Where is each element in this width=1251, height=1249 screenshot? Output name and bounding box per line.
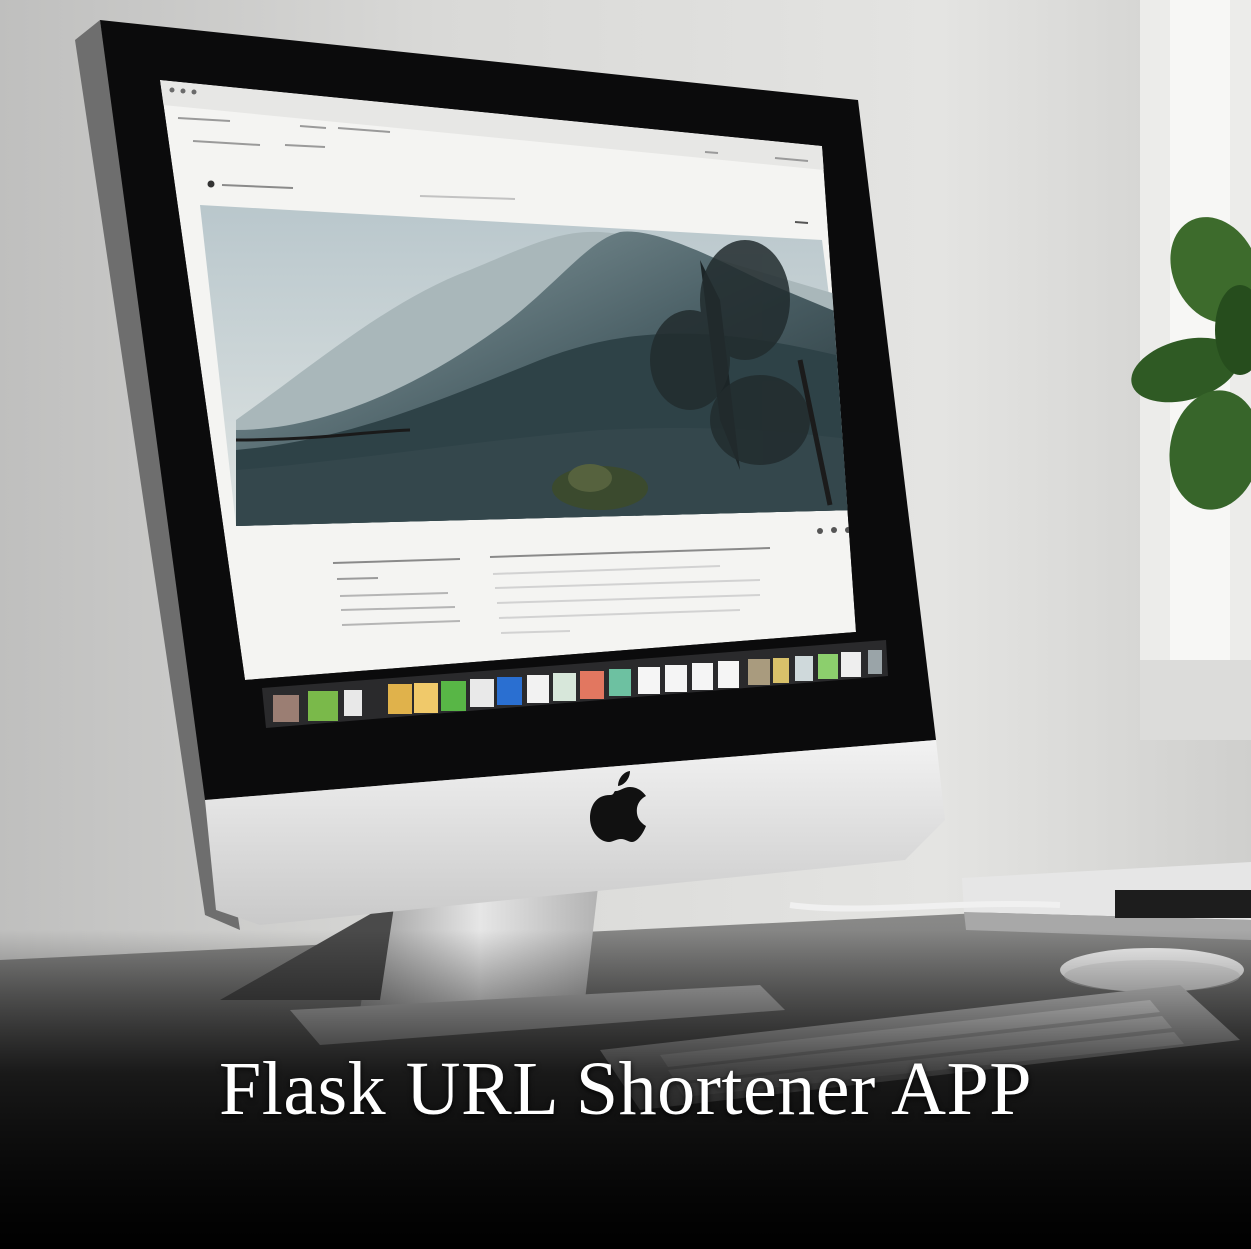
site-logo — [207, 180, 215, 188]
page-title: Flask URL Shortener APP — [218, 1047, 1033, 1131]
hero-image — [200, 205, 856, 527]
screen — [160, 80, 856, 680]
